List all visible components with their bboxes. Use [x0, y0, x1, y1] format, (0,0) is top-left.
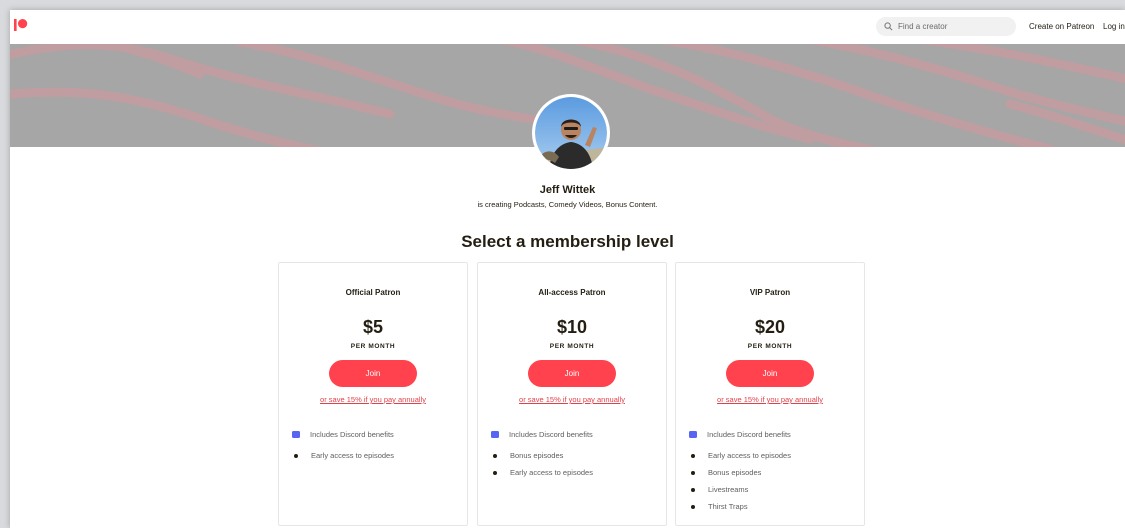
- join-button[interactable]: Join: [329, 360, 417, 387]
- benefit-label: Bonus episodes: [708, 468, 762, 477]
- bullet-icon: [294, 453, 298, 458]
- tier-card-all-access-patron: All-access Patron $10 PER MONTH Join or …: [477, 262, 667, 526]
- tier-price: $5: [362, 317, 384, 337]
- benefit-item: Bonus episodes: [490, 447, 660, 464]
- tier-period: PER MONTH: [549, 343, 595, 350]
- bullet-icon: [493, 453, 497, 458]
- benefit-label: Livestreams: [708, 485, 749, 494]
- tier-name: VIP Patron: [749, 288, 791, 297]
- tier-card-vip-patron: VIP Patron $20 PER MONTH Join or save 15…: [675, 262, 865, 526]
- tier-card-official-patron: Official Patron $5 PER MONTH Join or sav…: [278, 262, 468, 526]
- join-button[interactable]: Join: [528, 360, 616, 387]
- pay-annually-link[interactable]: or save 15% if you pay annually: [279, 395, 467, 404]
- tier-price: $10: [556, 317, 588, 337]
- bullet-icon: [493, 470, 497, 475]
- benefit-item: Bonus episodes: [688, 464, 858, 481]
- benefits-list: Includes Discord benefits Early access t…: [688, 426, 858, 515]
- benefit-label: Includes Discord benefits: [310, 430, 394, 439]
- tier-period: PER MONTH: [747, 343, 793, 350]
- benefit-label: Early access to episodes: [708, 451, 791, 460]
- benefit-item: Early access to episodes: [688, 447, 858, 464]
- benefit-item: Early access to episodes: [490, 464, 660, 481]
- creator-avatar-image: [535, 97, 607, 169]
- benefit-label: Thirst Traps: [708, 502, 748, 511]
- pay-annually-link[interactable]: or save 15% if you pay annually: [676, 395, 864, 404]
- bullet-icon: [691, 470, 695, 475]
- join-button[interactable]: Join: [726, 360, 814, 387]
- benefit-label: Early access to episodes: [510, 468, 593, 477]
- membership-section-title: Select a membership level: [461, 232, 674, 251]
- discord-icon: [491, 431, 499, 438]
- benefit-label: Includes Discord benefits: [707, 430, 791, 439]
- tier-price: $20: [754, 317, 786, 337]
- log-in-link[interactable]: Log in: [1103, 22, 1125, 31]
- creator-description: is creating Podcasts, Comedy Videos, Bon…: [477, 200, 658, 209]
- bullet-icon: [691, 487, 695, 492]
- benefit-discord: Includes Discord benefits: [291, 426, 461, 443]
- bullet-icon: [691, 453, 695, 458]
- creator-avatar: [535, 97, 607, 169]
- benefits-list: Includes Discord benefits Early access t…: [291, 426, 461, 464]
- pay-annually-link[interactable]: or save 15% if you pay annually: [478, 395, 666, 404]
- tier-period: PER MONTH: [350, 343, 396, 350]
- benefit-discord: Includes Discord benefits: [490, 426, 660, 443]
- benefits-list: Includes Discord benefits Bonus episodes…: [490, 426, 660, 481]
- benefit-item: Livestreams: [688, 481, 858, 498]
- browser-window: Create on Patreon Log in: [10, 10, 1125, 528]
- top-navigation-bar: Create on Patreon Log in: [10, 10, 1125, 45]
- tier-name: All-access Patron: [538, 288, 606, 297]
- patreon-logo-icon[interactable]: [14, 18, 28, 32]
- create-on-patreon-link[interactable]: Create on Patreon: [1029, 22, 1094, 31]
- bullet-icon: [691, 504, 695, 509]
- benefit-item: Thirst Traps: [688, 498, 858, 515]
- discord-icon: [689, 431, 697, 438]
- search-input[interactable]: [898, 22, 1008, 31]
- benefit-label: Includes Discord benefits: [509, 430, 593, 439]
- tier-name: Official Patron: [345, 288, 401, 297]
- creator-name: Jeff Wittek: [539, 184, 596, 196]
- benefit-item: Early access to episodes: [291, 447, 461, 464]
- discord-icon: [292, 431, 300, 438]
- search-icon: [884, 22, 893, 31]
- benefit-label: Bonus episodes: [510, 451, 564, 460]
- search-bar[interactable]: [876, 17, 1016, 36]
- benefit-label: Early access to episodes: [311, 451, 394, 460]
- benefit-discord: Includes Discord benefits: [688, 426, 858, 443]
